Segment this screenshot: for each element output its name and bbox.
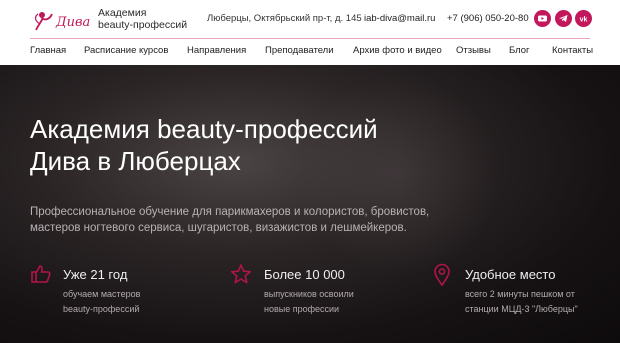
- brand-name: Академия beauty-профессий: [98, 7, 187, 31]
- youtube-icon: [538, 15, 547, 22]
- academy-logo[interactable]: Дива: [30, 4, 90, 34]
- feature-1-line-1: обучаем мастеров: [63, 289, 141, 299]
- brand-line-2: beauty-профессий: [98, 19, 188, 31]
- youtube-button[interactable]: [534, 10, 551, 27]
- nav-teachers[interactable]: Преподаватели: [265, 45, 334, 56]
- thumbs-up-icon: [31, 265, 51, 283]
- brand-line-1: Академия: [98, 7, 147, 19]
- nav-directions[interactable]: Направления: [187, 45, 246, 56]
- svg-text:vk: vk: [580, 16, 588, 23]
- feature-2-title: Более 10 000: [264, 267, 345, 282]
- hero-title-line-2: Дива в Люберцах: [30, 146, 241, 176]
- feature-2-text: выпускников освоили новые профессии: [264, 287, 354, 317]
- hero-title-line-1: Академия beauty-профессий: [30, 114, 378, 144]
- main-navigation: Главная Расписание курсов Направления Пр…: [0, 40, 620, 65]
- feature-3-text: всего 2 минуты пешком от станции МЦД-3 "…: [465, 287, 578, 317]
- nav-blog[interactable]: Блог: [509, 45, 530, 56]
- phone-link[interactable]: +7 (906) 050-20-80: [447, 13, 529, 24]
- feature-1-text: обучаем мастеров beauty-профессий: [63, 287, 140, 317]
- feature-3-line-1: всего 2 минуты пешком от: [465, 289, 575, 299]
- nav-schedule[interactable]: Расписание курсов: [84, 45, 168, 56]
- logo-text: Дива: [55, 15, 90, 30]
- feature-1-title: Уже 21 год: [63, 267, 128, 282]
- hero-title: Академия beauty-профессий Дива в Люберца…: [30, 113, 378, 177]
- star-icon: [230, 264, 252, 284]
- header-divider: [30, 38, 590, 39]
- hero-lead: Профессиональное обучение для парикмахер…: [30, 206, 430, 234]
- feature-1-line-2: beauty-профессий: [63, 304, 140, 314]
- vk-button[interactable]: vk: [575, 10, 592, 27]
- telegram-icon: [559, 15, 568, 22]
- feature-2-line-1: выпускников освоили: [264, 289, 354, 299]
- feature-3-line-2: станции МЦД-3 "Люберцы": [465, 304, 578, 314]
- location-pin-icon: [434, 263, 450, 287]
- nav-reviews[interactable]: Отзывы: [456, 45, 491, 56]
- vk-icon: vk: [580, 16, 588, 23]
- telegram-button[interactable]: [555, 10, 572, 27]
- nav-home[interactable]: Главная: [30, 45, 66, 56]
- nav-contacts[interactable]: Контакты: [552, 45, 593, 56]
- email-link[interactable]: iab-diva@mail.ru: [364, 13, 435, 24]
- top-bar: Дива Академия beauty-профессий Люберцы, …: [0, 0, 620, 38]
- hero-section: Академия beauty-профессий Дива в Люберца…: [0, 65, 620, 343]
- feature-2-line-2: новые профессии: [264, 304, 340, 314]
- nav-archive[interactable]: Архив фото и видео: [353, 45, 442, 56]
- feature-3-title: Удобное место: [465, 267, 556, 282]
- address-text: Люберцы, Октябрьский пр-т, д. 145: [207, 13, 362, 24]
